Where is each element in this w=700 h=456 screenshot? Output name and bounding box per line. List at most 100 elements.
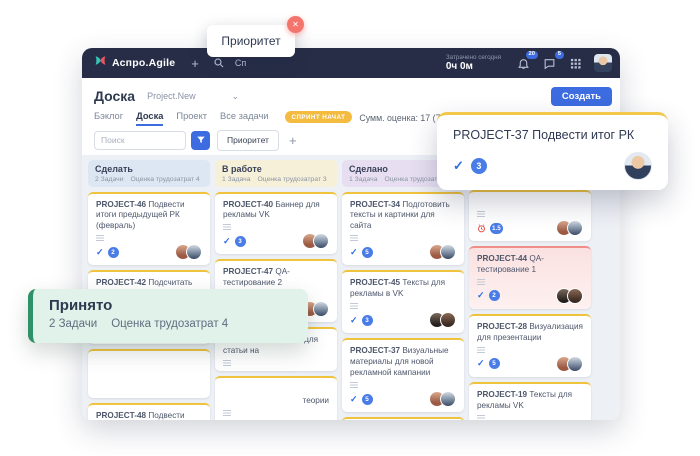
accepted-meta: 2 Задачи Оценка трудозатрат 4 — [49, 318, 292, 330]
task-card[interactable]: PROJECT-37 Визуальные материалы для ново… — [342, 338, 464, 412]
check-icon: ✓ — [96, 248, 104, 257]
task-title: теории — [223, 396, 329, 407]
task-card[interactable]: PROJECT-45 Тексты для рекламы в VK ✓3 — [342, 270, 464, 333]
task-title: PROJECT-47 QA-тестирование 2 — [223, 267, 329, 289]
task-title: PROJECT-45 Тексты для рекламы в VK — [350, 278, 456, 300]
avatar — [567, 288, 583, 304]
avatar — [624, 152, 652, 180]
subtask-count-badge: 3 — [235, 236, 246, 247]
tab-Проект[interactable]: Проект — [176, 111, 207, 126]
accepted-estimate: Оценка трудозатрат 4 — [111, 318, 228, 330]
assignee-avatars — [428, 312, 456, 328]
task-card[interactable]: 1.5 — [469, 190, 591, 241]
check-icon: ✓ — [477, 359, 485, 368]
task-card[interactable]: PROJECT-44 QA-тестирование 1✓2 — [469, 246, 591, 309]
task-card[interactable]: PROJECT-46 Подвести итоги предыдущей РК … — [88, 192, 210, 266]
avatar — [567, 220, 583, 236]
task-meta: ✓5 — [477, 353, 583, 372]
page-title: Доска — [94, 88, 135, 104]
task-title: PROJECT-40 Баннер для рекламы VK — [223, 200, 329, 222]
messages-icon[interactable]: 5 — [542, 56, 557, 71]
close-icon[interactable]: ✕ — [287, 16, 304, 33]
column-title: В работе — [222, 164, 330, 174]
funnel-icon — [196, 133, 206, 148]
task-detail-popup[interactable]: PROJECT-37 Подвести итог РК ✓ 3 — [437, 112, 668, 190]
chevron-down-icon: ⌄ — [232, 94, 240, 99]
board-column: Сделано1 ЗадачаОценка трудозатратPROJECT… — [342, 160, 464, 415]
search-input[interactable] — [94, 131, 186, 150]
user-avatar[interactable] — [594, 54, 612, 72]
create-plus-icon[interactable]: + — [191, 57, 199, 70]
column-title: Сделать — [95, 164, 203, 174]
notifications-badge: 20 — [526, 51, 538, 60]
avatar — [440, 244, 456, 260]
description-icon — [223, 360, 231, 366]
task-card[interactable]: PROJECT-23 Итоги РК✓5 — [342, 417, 464, 420]
task-card[interactable]: PROJECT-34 Подготовить тексты и картинки… — [342, 192, 464, 266]
check-icon: ✓ — [350, 395, 358, 404]
task-title: PROJECT-48 Подвести итоги РК — [96, 411, 202, 420]
task-meta: ✓3 — [350, 309, 456, 328]
nav-item-truncated[interactable]: Сп — [235, 58, 246, 68]
avatar — [313, 301, 329, 317]
task-card[interactable]: PROJECT-28 Визуализация для презентации✓… — [469, 314, 591, 377]
task-card[interactable] — [88, 349, 210, 398]
board-column: В работе1 ЗадачаОценка трудозатрат 3 PROJ… — [215, 160, 337, 415]
time-badge: 1.5 — [490, 223, 503, 234]
column-header[interactable]: В работе1 ЗадачаОценка трудозатрат 3 — [215, 160, 337, 187]
add-filter-button[interactable]: + — [289, 134, 297, 147]
topbar: Аспро.Agile + Сп Затрачено сегодня 0ч 0м… — [82, 48, 620, 78]
task-meta: ✓2 — [477, 285, 583, 304]
column-header[interactable]: Сделать2 ЗадачиОценка трудозатрат 4 — [88, 160, 210, 187]
task-card[interactable]: PROJECT-40 Баннер для рекламы VK✓3 — [215, 192, 337, 255]
avatar — [440, 312, 456, 328]
task-meta: ✓3 — [223, 416, 329, 420]
check-icon: ✓ — [223, 237, 231, 246]
subtask-count-badge: 3 — [471, 158, 487, 174]
avatar — [313, 233, 329, 249]
task-title: PROJECT-37 Визуальные материалы для ново… — [350, 346, 456, 379]
avatar — [313, 419, 329, 420]
subtask-count-badge: 2 — [489, 290, 500, 301]
overdue-clock-icon — [477, 224, 486, 233]
task-meta: ✓3 — [223, 230, 329, 249]
app-logo[interactable]: Аспро.Agile — [94, 54, 175, 72]
accepted-title: Принято — [49, 297, 292, 314]
tab-Доска[interactable]: Доска — [136, 111, 163, 126]
screenshot-canvas: Аспро.Agile + Сп Затрачено сегодня 0ч 0м… — [0, 0, 700, 456]
assignee-avatars — [555, 288, 583, 304]
apps-grid-icon[interactable] — [568, 56, 583, 71]
notifications-bell-icon[interactable]: 20 — [516, 56, 531, 71]
time-spent: Затрачено сегодня 0ч 0м — [446, 54, 501, 73]
task-meta: ✓5 — [350, 241, 456, 260]
tab-Все задачи[interactable]: Все задачи — [220, 111, 268, 126]
time-spent-value: 0ч 0м — [446, 61, 501, 73]
project-select-value: Project.New — [147, 91, 196, 101]
search-icon[interactable] — [213, 57, 225, 69]
check-icon: ✓ — [350, 316, 358, 325]
check-icon: ✓ — [453, 158, 464, 174]
tabs: Бэклог Доска Проект Все задачи — [94, 111, 269, 126]
filter-button[interactable] — [191, 131, 210, 150]
task-id: PROJECT-37 — [350, 346, 400, 355]
app-window: Аспро.Agile + Сп Затрачено сегодня 0ч 0м… — [82, 48, 620, 420]
column-task-count: 1 Задача — [349, 176, 377, 183]
project-select[interactable]: Project.New ⌄ — [147, 91, 239, 101]
task-detail-title: PROJECT-37 Подвести итог РК — [453, 128, 652, 142]
task-id: PROJECT-34 — [350, 200, 400, 209]
create-button[interactable]: Создать — [551, 87, 612, 106]
accepted-task-count: 2 Задачи — [49, 318, 97, 330]
messages-badge: 5 — [555, 51, 564, 60]
topbar-right: Затрачено сегодня 0ч 0м 20 5 — [446, 54, 612, 73]
task-id: PROJECT-40 — [223, 200, 273, 209]
assignee-avatars — [428, 391, 456, 407]
assignee-avatars — [555, 356, 583, 372]
task-card[interactable]: PROJECT-48 Подвести итоги РК✓2 — [88, 403, 210, 420]
priority-filter-chip[interactable]: Приоритет — [217, 130, 279, 151]
tab-Бэклог[interactable]: Бэклог — [94, 111, 123, 126]
task-meta: ✓5 — [350, 388, 456, 407]
avatar — [440, 391, 456, 407]
subtask-count-badge: 2 — [108, 247, 119, 258]
task-card[interactable]: теории ✓3 — [215, 376, 337, 420]
task-card[interactable]: PROJECT-19 Тексты для рекламы VK✓5 — [469, 382, 591, 420]
